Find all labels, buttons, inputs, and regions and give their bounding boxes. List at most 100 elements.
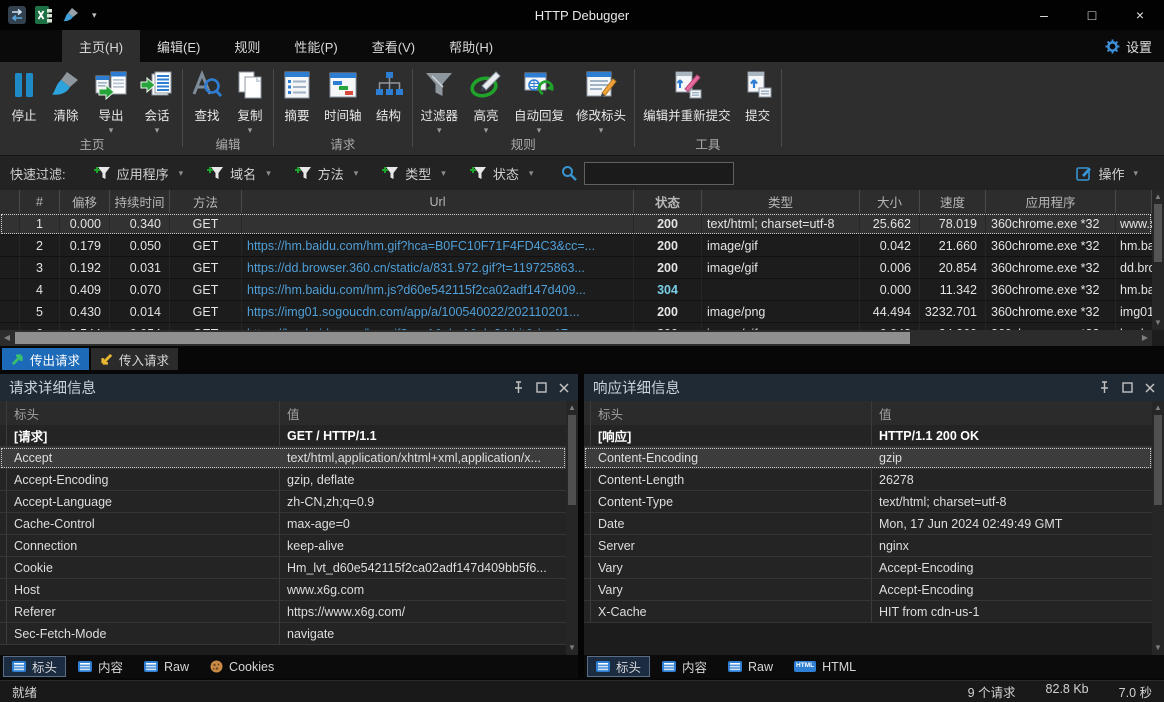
tab-content[interactable]: 内容: [69, 656, 132, 677]
scroll-down-icon[interactable]: ▼: [1152, 641, 1164, 655]
submit-button[interactable]: 提交: [737, 65, 779, 136]
scrollbar-thumb[interactable]: [1154, 204, 1162, 262]
filter-application-button[interactable]: 应用程序 ▾: [82, 160, 196, 186]
header-row[interactable]: Content-Length26278: [584, 469, 1152, 491]
scroll-down-icon[interactable]: ▼: [1152, 316, 1164, 330]
close-panel-icon[interactable]: [559, 383, 569, 393]
autoreply-button[interactable]: 自动回复 ▾: [508, 65, 570, 136]
col-method[interactable]: 方法: [170, 190, 242, 213]
tab-raw[interactable]: Raw: [135, 656, 198, 677]
request-row[interactable]: 50.4300.014GEThttps://img01.sogoucdn.com…: [0, 301, 1152, 323]
col-domain[interactable]: [1116, 190, 1152, 213]
request-row[interactable]: 30.1920.031GEThttps://dd.browser.360.cn/…: [0, 257, 1152, 279]
tab-content-response[interactable]: 内容: [653, 656, 716, 677]
pin-icon[interactable]: [513, 381, 524, 394]
header-row[interactable]: Accept-Encodinggzip, deflate: [0, 469, 566, 491]
scroll-up-icon[interactable]: ▲: [566, 401, 578, 415]
edit-resubmit-button[interactable]: 编辑并重新提交: [637, 65, 737, 136]
scroll-right-icon[interactable]: ▶: [1139, 331, 1151, 345]
maximize-panel-icon[interactable]: [1122, 382, 1133, 393]
col-type[interactable]: 类型: [702, 190, 860, 213]
filter-domain-button[interactable]: 域名 ▾: [195, 160, 283, 186]
export-button[interactable]: 导出 ▾: [88, 65, 134, 136]
header-row-selected[interactable]: Accepttext/html,application/xhtml+xml,ap…: [0, 447, 566, 469]
header-row[interactable]: Hostwww.x6g.com: [0, 579, 566, 601]
scroll-up-icon[interactable]: ▲: [1152, 401, 1164, 415]
modify-headers-button[interactable]: 修改标头 ▾: [570, 65, 632, 136]
clear-button[interactable]: 清除: [44, 65, 88, 136]
highlight-button[interactable]: 高亮 ▾: [464, 65, 508, 136]
grid-horizontal-scrollbar[interactable]: ◀ ▶: [0, 330, 1152, 346]
tab-cookies[interactable]: Cookies: [201, 656, 283, 677]
header-row-selected[interactable]: Content-Encodinggzip: [584, 447, 1152, 469]
scrollbar-thumb[interactable]: [568, 415, 576, 505]
menu-edit[interactable]: 编辑(E): [140, 30, 217, 62]
col-number[interactable]: #: [20, 190, 60, 213]
scroll-down-icon[interactable]: ▼: [566, 641, 578, 655]
header-row[interactable]: Cache-Controlmax-age=0: [0, 513, 566, 535]
header-row[interactable]: Accept-Languagezh-CN,zh;q=0.9: [0, 491, 566, 513]
col-url[interactable]: Url: [242, 190, 634, 213]
settings-button[interactable]: 设置: [1105, 30, 1152, 62]
find-button[interactable]: 查找: [185, 65, 229, 136]
copy-button[interactable]: 复制 ▾: [229, 65, 271, 136]
header-row[interactable]: Sec-Fetch-Modenavigate: [0, 623, 566, 645]
request-row[interactable]: 20.1790.050GEThttps://hm.baidu.com/hm.gi…: [0, 235, 1152, 257]
scrollbar-thumb[interactable]: [15, 332, 910, 344]
header-row[interactable]: VaryAccept-Encoding: [584, 579, 1152, 601]
tab-outgoing-requests[interactable]: 传出请求: [2, 348, 89, 370]
export-excel-icon[interactable]: [35, 6, 53, 24]
header-row[interactable]: X-CacheHIT from cdn-us-1: [584, 601, 1152, 623]
menu-home[interactable]: 主页(H): [62, 30, 140, 62]
minimize-button[interactable]: –: [1020, 0, 1068, 30]
header-row[interactable]: CookieHm_lvt_d60e542115f2ca02adf147d409b…: [0, 557, 566, 579]
col-duration[interactable]: 持续时间: [110, 190, 170, 213]
filter-type-button[interactable]: 类型 ▾: [370, 160, 458, 186]
tab-incoming-requests[interactable]: 传入请求: [91, 348, 178, 370]
close-panel-icon[interactable]: [1145, 383, 1155, 393]
request-row[interactable]: 60.5440.054GEThttps://hm.baidu.com/hm.gi…: [0, 323, 1152, 330]
scroll-left-icon[interactable]: ◀: [1, 331, 13, 345]
search-input[interactable]: [584, 162, 734, 185]
tab-headers[interactable]: 标头: [3, 656, 66, 677]
col-offset[interactable]: 偏移: [60, 190, 110, 213]
col-speed[interactable]: 速度: [920, 190, 986, 213]
filters-button[interactable]: 过滤器 ▾: [415, 65, 465, 136]
header-row[interactable]: VaryAccept-Encoding: [584, 557, 1152, 579]
header-row[interactable]: DateMon, 17 Jun 2024 02:49:49 GMT: [584, 513, 1152, 535]
clear-brush-icon[interactable]: [62, 6, 80, 24]
header-row[interactable]: Servernginx: [584, 535, 1152, 557]
request-row-selected[interactable]: 10.0000.340GET200text/html; charset=utf-…: [0, 213, 1152, 235]
actions-button[interactable]: 操作 ▾: [1076, 164, 1138, 183]
header-row[interactable]: Connectionkeep-alive: [0, 535, 566, 557]
panel-scrollbar[interactable]: ▲ ▼: [566, 401, 578, 655]
filter-status-button[interactable]: 状态 ▾: [458, 160, 546, 186]
structure-button[interactable]: 结构: [368, 65, 410, 136]
col-size[interactable]: 大小: [860, 190, 920, 213]
tab-headers-response[interactable]: 标头: [587, 656, 650, 677]
scroll-up-icon[interactable]: ▲: [1152, 190, 1164, 204]
close-button[interactable]: ×: [1116, 0, 1164, 30]
pin-icon[interactable]: [1099, 381, 1110, 394]
header-row[interactable]: Refererhttps://www.x6g.com/: [0, 601, 566, 623]
grid-vertical-scrollbar[interactable]: ▲ ▼: [1152, 190, 1164, 330]
sessions-button[interactable]: 会话 ▾: [134, 65, 180, 136]
header-row[interactable]: [请求]GET / HTTP/1.1: [0, 425, 566, 447]
header-row[interactable]: [响应]HTTP/1.1 200 OK: [584, 425, 1152, 447]
menu-performance[interactable]: 性能(P): [277, 30, 354, 62]
summary-button[interactable]: 摘要: [276, 65, 318, 136]
menu-help[interactable]: 帮助(H): [432, 30, 510, 62]
request-row[interactable]: 40.4090.070GEThttps://hm.baidu.com/hm.js…: [0, 279, 1152, 301]
scrollbar-thumb[interactable]: [1154, 415, 1162, 505]
col-status[interactable]: 状态: [634, 190, 702, 213]
filter-method-button[interactable]: 方法 ▾: [283, 160, 371, 186]
quick-access-caret-icon[interactable]: ▾: [89, 10, 100, 21]
tab-html[interactable]: HTML HTML: [785, 656, 865, 677]
header-row[interactable]: Content-Typetext/html; charset=utf-8: [584, 491, 1152, 513]
stop-button[interactable]: 停止: [4, 65, 44, 136]
col-application[interactable]: 应用程序: [986, 190, 1116, 213]
tab-raw-response[interactable]: Raw: [719, 656, 782, 677]
menu-view[interactable]: 查看(V): [355, 30, 432, 62]
menu-rules[interactable]: 规则: [217, 30, 277, 62]
maximize-panel-icon[interactable]: [536, 382, 547, 393]
